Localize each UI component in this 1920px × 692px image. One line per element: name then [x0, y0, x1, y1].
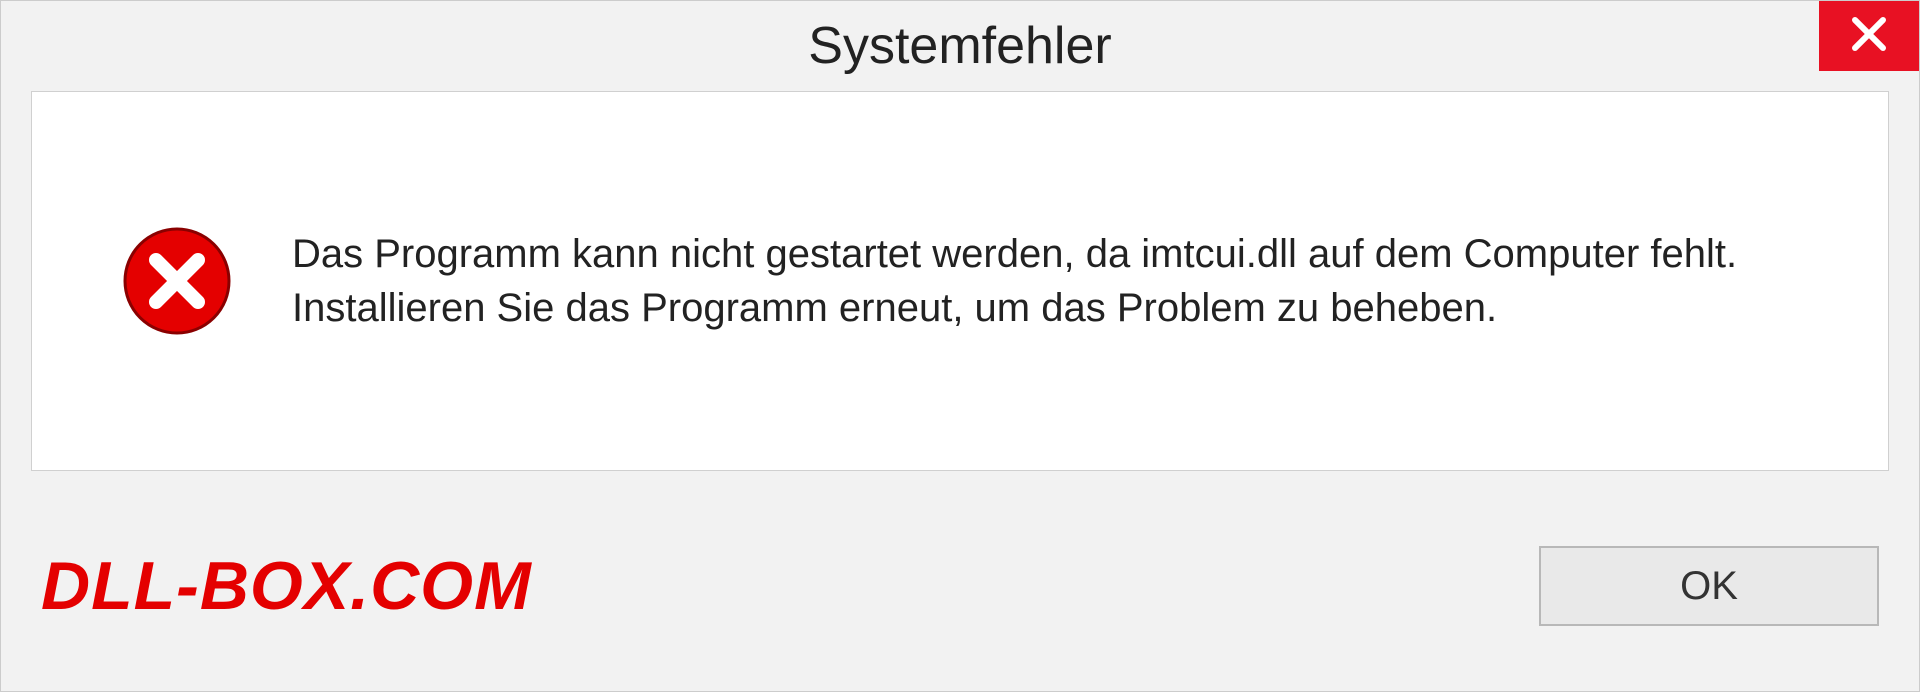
error-message: Das Programm kann nicht gestartet werden…: [292, 227, 1742, 335]
close-button[interactable]: [1819, 1, 1919, 71]
titlebar: Systemfehler: [1, 1, 1919, 91]
content-panel: Das Programm kann nicht gestartet werden…: [31, 91, 1889, 471]
dialog-footer: DLL-BOX.COM OK: [1, 511, 1919, 691]
ok-button-label: OK: [1680, 564, 1738, 609]
error-icon: [122, 226, 232, 336]
dialog-title: Systemfehler: [808, 16, 1111, 76]
close-icon: [1849, 14, 1889, 59]
watermark-text: DLL-BOX.COM: [41, 547, 532, 625]
ok-button[interactable]: OK: [1539, 546, 1879, 626]
system-error-dialog: Systemfehler Das Programm kann nicht ges…: [0, 0, 1920, 692]
